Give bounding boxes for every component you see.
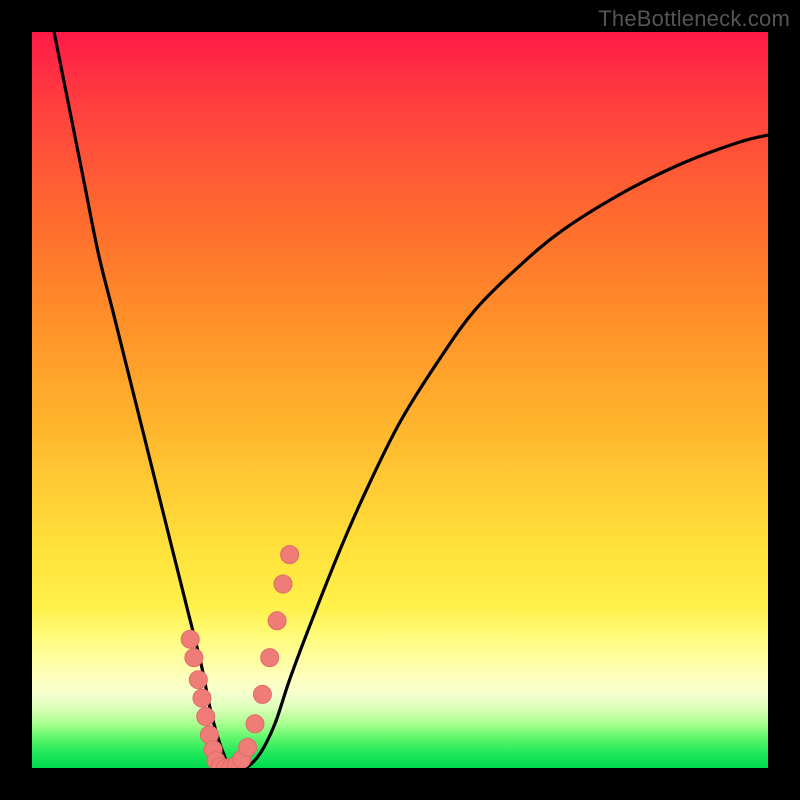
chart-overlay-svg [32,32,768,768]
marker-dot [268,612,286,630]
marker-dot [261,649,279,667]
watermark-text: TheBottleneck.com [598,6,790,32]
marker-dot [274,575,292,593]
plot-area [32,32,768,768]
marker-dot [181,630,199,648]
bottleneck-curve [54,32,768,768]
marker-dot [189,671,207,689]
marker-dot [253,685,271,703]
marker-dot [193,689,211,707]
marker-dot [197,708,215,726]
chart-frame: TheBottleneck.com [0,0,800,800]
highlight-markers [181,546,298,768]
marker-dot [281,546,299,564]
marker-dot [246,715,264,733]
marker-dot [185,649,203,667]
marker-dot [239,738,257,756]
